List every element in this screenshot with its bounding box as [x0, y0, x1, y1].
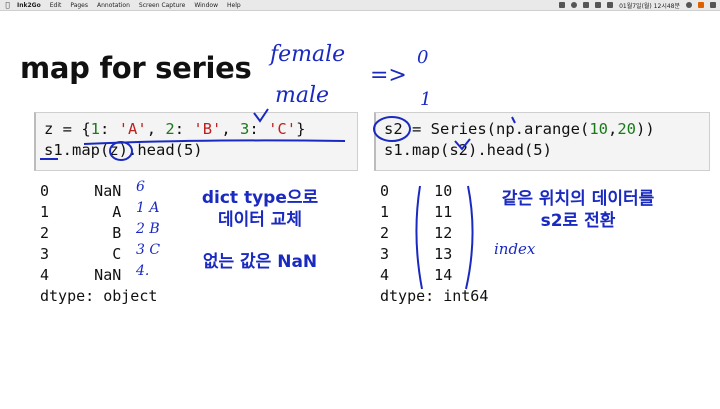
- tray-icon[interactable]: [559, 2, 566, 8]
- output-row: 3 13: [380, 245, 453, 263]
- menu-list-icon[interactable]: [710, 2, 716, 8]
- handwriting-mark: 3 C: [136, 242, 161, 258]
- handwriting-mark: 4.: [136, 263, 150, 279]
- code-text: ,: [146, 120, 166, 138]
- note-line: s2로 전환: [540, 211, 616, 231]
- code-text: }: [296, 120, 306, 138]
- output-row: 1 11: [380, 203, 453, 221]
- note-line: dict type으로: [201, 188, 319, 208]
- battery-icon[interactable]: [607, 2, 614, 8]
- handwriting-arrow: =>: [370, 63, 407, 88]
- code-cell-left: z = {1: 'A', 2: 'B', 3: 'C'} s1.map(z).h…: [34, 112, 358, 171]
- note-same-position: 같은 위치의 데이터를 s2로 전환: [488, 188, 668, 232]
- menu-edit[interactable]: Edit: [50, 2, 62, 9]
- output-row: 3 C: [40, 245, 122, 263]
- menu-screen-capture[interactable]: Screen Capture: [139, 2, 185, 9]
- handwriting-female: female: [270, 42, 346, 67]
- note-line: 데이터 교체: [217, 210, 303, 230]
- menu-app-name[interactable]: Ink2Go: [17, 2, 41, 9]
- code-text: :: [100, 120, 119, 138]
- handwriting-index: index: [494, 240, 536, 258]
- menu-window[interactable]: Window: [194, 2, 218, 9]
- note-line: 같은 위치의 데이터를: [501, 189, 655, 209]
- output-dtype: dtype: object: [40, 287, 158, 305]
- output-right: 0 10 1 11 2 12 3 13 4 14 dtype: int64: [380, 181, 488, 307]
- menu-pages[interactable]: Pages: [70, 2, 88, 9]
- handwriting-mark: 1 A: [136, 200, 160, 216]
- code-line: s1.map(z).head(5): [44, 141, 203, 159]
- output-row: 4 NaN: [40, 266, 122, 284]
- code-text: s2 = Series(np.arange(: [384, 120, 590, 138]
- code-text: ,: [221, 120, 241, 138]
- code-number: 20: [617, 120, 636, 138]
- code-text: ,: [607, 120, 618, 138]
- menu-help[interactable]: Help: [227, 2, 241, 9]
- handwriting-mark: 6: [136, 179, 145, 195]
- code-text: :: [174, 120, 194, 138]
- output-dtype: dtype: int64: [380, 287, 489, 305]
- search-icon[interactable]: [686, 2, 692, 8]
- handwriting-zero: 0: [417, 47, 429, 68]
- note-nan: 없는 값은 NaN: [202, 252, 318, 272]
- menu-annotation[interactable]: Annotation: [97, 2, 130, 9]
- code-number: 1: [90, 120, 101, 138]
- code-number: 3: [240, 120, 250, 138]
- code-cell-right: s2 = Series(np.arange(10,20)) s1.map(s2)…: [374, 112, 710, 171]
- code-string: 'C': [268, 120, 297, 138]
- output-row: 0 10: [380, 182, 453, 200]
- code-number: 2: [165, 120, 175, 138]
- slide-title: map for series: [20, 51, 252, 85]
- handwriting-male: male: [275, 83, 330, 108]
- tray-icon[interactable]: [571, 2, 578, 8]
- apple-menu-icon[interactable]: : [4, 1, 11, 9]
- code-text: )): [636, 120, 655, 138]
- handwriting-one: 1: [420, 89, 432, 110]
- handwriting-mark: 2 B: [136, 221, 160, 237]
- wifi-icon[interactable]: [595, 2, 602, 8]
- slide-canvas: map for series z = {1: 'A', 2: 'B', 3: '…: [0, 11, 720, 409]
- output-row: 2 12: [380, 224, 453, 242]
- tray-icon[interactable]: [583, 2, 590, 8]
- output-row: 4 14: [380, 266, 453, 284]
- code-string: 'B': [193, 120, 222, 138]
- handwriting-annotation-column: 6 1 A 2 B 3 C 4.: [136, 177, 160, 282]
- note-dict-type: dict type으로 데이터 교체: [190, 187, 330, 231]
- menu-clock[interactable]: 01월7일(월) 12시48분: [619, 1, 680, 10]
- output-row: 2 B: [40, 224, 122, 242]
- code-string: 'A': [118, 120, 147, 138]
- code-text: :: [249, 120, 269, 138]
- code-number: 10: [589, 120, 608, 138]
- ink2go-status-icon[interactable]: [698, 2, 704, 8]
- status-area: 01월7일(월) 12시48분: [559, 0, 716, 10]
- code-text: z = {: [44, 120, 91, 138]
- code-line: s1.map(s2).head(5): [384, 141, 552, 159]
- output-row: 0 NaN: [40, 182, 122, 200]
- menu-bar:  Ink2Go Edit Pages Annotation Screen Ca…: [0, 0, 720, 11]
- output-row: 1 A: [40, 203, 122, 221]
